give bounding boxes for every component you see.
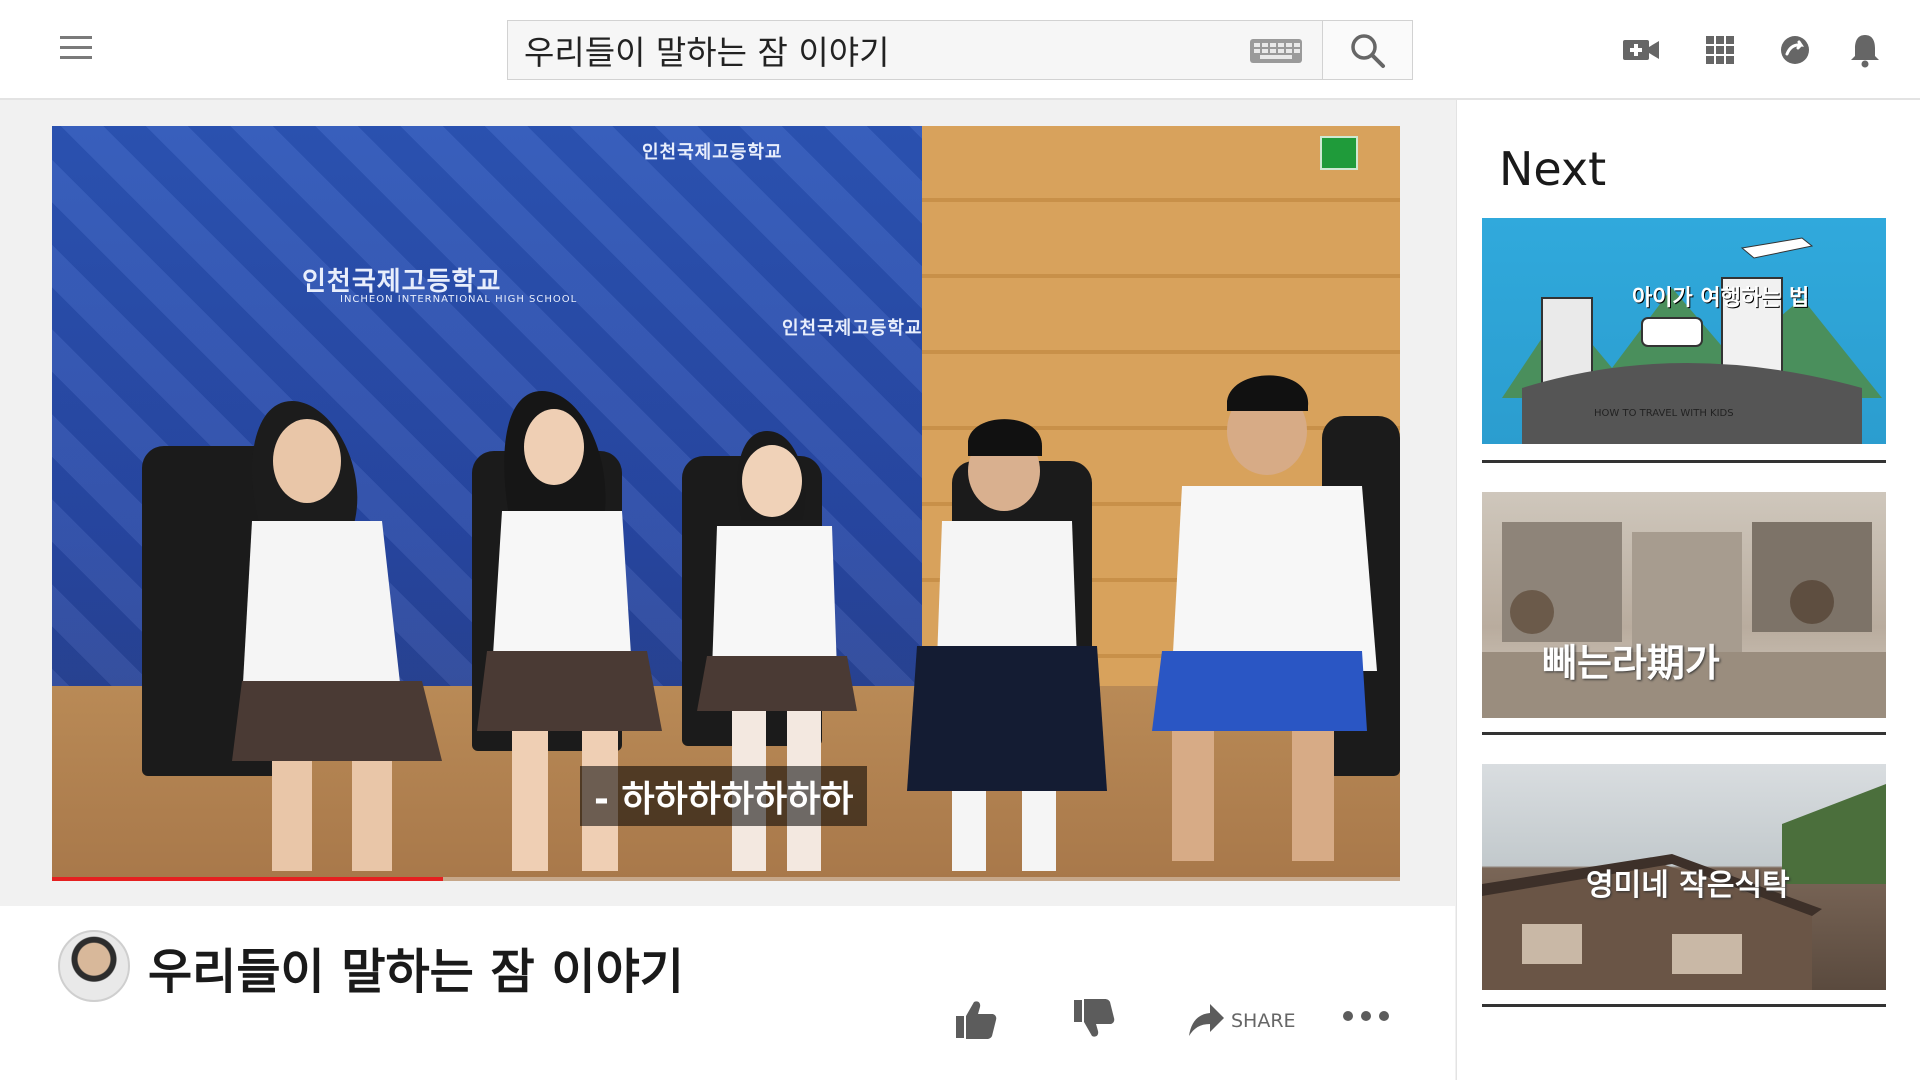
like-icon[interactable] [952,996,998,1042]
top-bar [0,0,1920,100]
notifications-bell-icon[interactable] [1845,30,1885,70]
video-info: 우리들이 말하는 잠 이야기 SHARE [0,906,1455,1080]
divider [1482,1004,1886,1007]
wall-school-name-right: 인천국제고등학교 [782,318,923,339]
apps-grid-icon[interactable] [1700,30,1740,70]
keyboard-icon[interactable] [1250,39,1302,63]
search-input[interactable] [508,21,1248,79]
up-next-thumbnail[interactable]: 아이가 여행하는 법 HOW TO TRAVEL WITH KIDS [1482,218,1886,444]
wall-school-name-top: 인천국제고등학교 [642,142,783,163]
student-figure [232,401,442,871]
dislike-icon[interactable] [1070,996,1116,1042]
student-figure [907,419,1107,871]
create-video-icon[interactable] [1621,30,1661,70]
video-subtitle: - 하하하하하하하 [580,766,868,826]
up-next-heading: Next [1499,142,1607,196]
video-title: 우리들이 말하는 잠 이야기 [148,944,684,1000]
video-player[interactable]: 인천국제고등학교 INCHEON INTERNATIONAL HIGH SCHO… [52,126,1400,881]
student-figure [1152,375,1377,861]
search-icon [1351,34,1385,68]
progress-bar[interactable] [52,877,1400,881]
divider [1482,460,1886,463]
exit-sign [1320,136,1358,170]
progress-bar-played [52,877,443,881]
more-options-icon[interactable] [1342,1006,1390,1026]
thumbnail-title: 아이가 여행하는 법 [1632,286,1810,311]
up-next-thumbnail[interactable]: 영미네 작은식탁 [1482,764,1886,990]
thumbnail-title: 빼는라期가 [1542,640,1720,685]
up-next-thumbnail[interactable]: 빼는라期가 [1482,492,1886,718]
channel-avatar[interactable] [58,930,130,1002]
search-button[interactable] [1323,20,1413,80]
divider [1482,732,1886,735]
share-icon[interactable] [1186,1000,1226,1040]
thumbnail-subtitle: HOW TO TRAVEL WITH KIDS [1594,408,1734,419]
share-button-label[interactable]: SHARE [1231,1010,1296,1032]
messages-icon[interactable] [1775,30,1815,70]
wall-school-name: 인천국제고등학교 [302,267,502,297]
wall-school-subtitle: INCHEON INTERNATIONAL HIGH SCHOOL [340,294,578,305]
thumbnail-title: 영미네 작은식탁 [1586,868,1790,903]
menu-icon[interactable] [60,36,92,60]
up-next-panel: Next 아이가 여행하는 법 HOW TO TRAVEL WITH KIDS … [1456,100,1920,1080]
search-box [507,20,1323,80]
